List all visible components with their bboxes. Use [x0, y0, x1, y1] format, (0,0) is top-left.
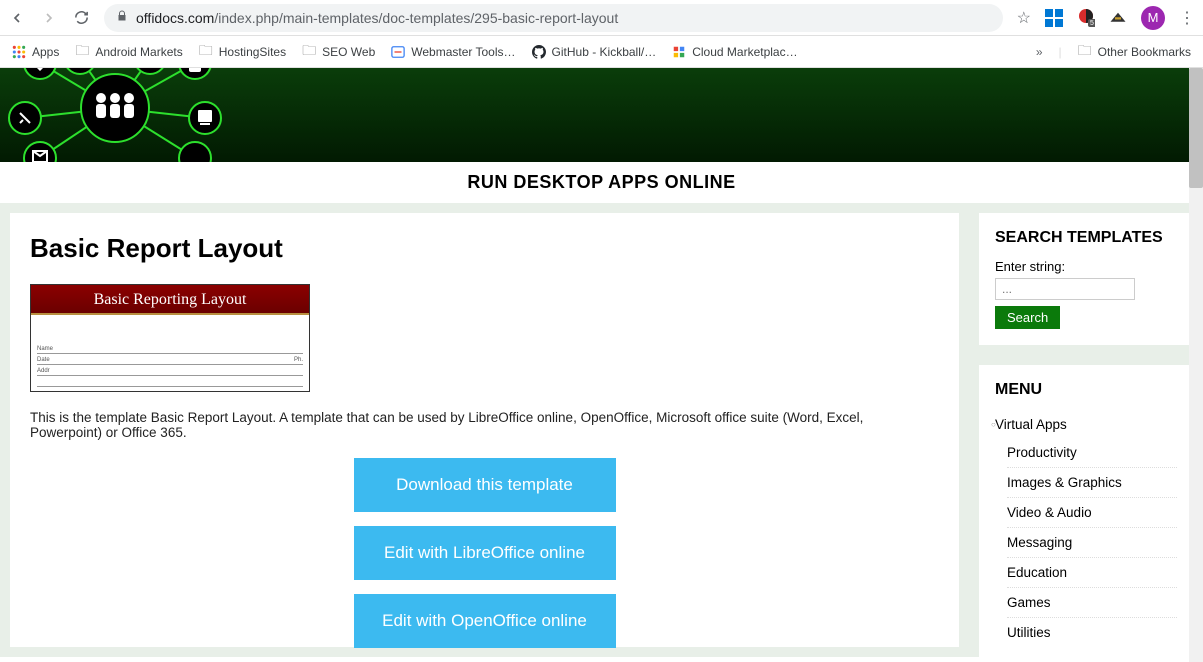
bookmark-android-markets[interactable]: 🗀 Android Markets	[75, 40, 182, 64]
back-button[interactable]	[8, 9, 26, 27]
bookmarks-overflow-icon[interactable]: »	[1036, 45, 1043, 59]
address-bar[interactable]: offidocs.com/index.php/main-templates/do…	[104, 4, 1003, 32]
webmaster-icon	[391, 45, 405, 59]
search-heading: SEARCH TEMPLATES	[995, 229, 1177, 247]
search-templates-box: SEARCH TEMPLATES Enter string: Search	[979, 213, 1193, 345]
template-thumbnail[interactable]: Basic Reporting Layout Name DatePh. Addr	[30, 284, 310, 392]
other-bookmarks[interactable]: 🗀 Other Bookmarks	[1078, 40, 1191, 64]
page-title: Basic Report Layout	[30, 233, 939, 264]
menu-heading: MENU	[995, 381, 1177, 399]
content-wrap: Basic Report Layout Basic Reporting Layo…	[0, 203, 1203, 657]
hero-graphic-icon	[0, 68, 230, 162]
bookmark-label: GitHub - Kickball/…	[552, 45, 657, 59]
tagline: RUN DESKTOP APPS ONLINE	[0, 162, 1203, 203]
page-viewport: RUN DESKTOP APPS ONLINE Basic Report Lay…	[0, 68, 1203, 662]
bookmark-hosting-sites[interactable]: 🗀 HostingSites	[199, 40, 286, 64]
menu-item-images-graphics[interactable]: Images & Graphics	[1007, 467, 1177, 497]
bookmark-label: SEO Web	[322, 45, 375, 59]
folder-icon: 🗀	[199, 40, 213, 64]
bookmark-label: HostingSites	[219, 45, 286, 59]
extension-icon-3[interactable]	[1109, 9, 1127, 27]
bookmark-label: Cloud Marketplac…	[692, 45, 797, 59]
bookmark-star-icon[interactable]: ☆	[1017, 8, 1031, 28]
menu-kebab-icon[interactable]: ⋮	[1179, 8, 1195, 28]
menu-item-education[interactable]: Education	[1007, 557, 1177, 587]
action-buttons: Download this template Edit with LibreOf…	[30, 458, 939, 648]
menu-item-games[interactable]: Games	[1007, 587, 1177, 617]
bookmark-label: Apps	[32, 45, 59, 59]
sidebar: SEARCH TEMPLATES Enter string: Search ME…	[979, 213, 1193, 647]
bookmark-label: Android Markets	[95, 45, 182, 59]
cloud-icon	[672, 45, 686, 59]
menu-item-messaging[interactable]: Messaging	[1007, 527, 1177, 557]
apps-icon	[12, 45, 26, 59]
url-text: offidocs.com/index.php/main-templates/do…	[136, 10, 618, 26]
scrollbar[interactable]	[1189, 68, 1203, 662]
template-description: This is the template Basic Report Layout…	[30, 410, 939, 440]
thumb-body: Name DatePh. Addr	[31, 315, 309, 391]
bookmarks-bar: Apps 🗀 Android Markets 🗀 HostingSites 🗀 SEO…	[0, 36, 1203, 68]
edit-libreoffice-button[interactable]: Edit with LibreOffice online	[354, 526, 616, 580]
bookmark-github[interactable]: GitHub - Kickball/…	[532, 45, 657, 59]
profile-avatar[interactable]: M	[1141, 6, 1165, 30]
search-input[interactable]	[995, 278, 1135, 300]
menu-box: MENU Virtual Apps Productivity Images & …	[979, 365, 1193, 662]
thumb-title: Basic Reporting Layout	[31, 285, 309, 315]
bookmark-cloud-marketplace[interactable]: Cloud Marketplac…	[672, 45, 797, 59]
extension-icon-1[interactable]	[1045, 9, 1063, 27]
scrollbar-thumb[interactable]	[1189, 68, 1203, 188]
download-template-button[interactable]: Download this template	[354, 458, 616, 512]
search-button[interactable]: Search	[995, 306, 1060, 329]
lock-icon	[116, 10, 128, 25]
reload-button[interactable]	[72, 9, 90, 27]
toolbar-right: ☆ 5 M ⋮	[1017, 6, 1195, 30]
extension-icon-2[interactable]: 5	[1077, 9, 1095, 27]
menu-item-video-audio[interactable]: Video & Audio	[1007, 497, 1177, 527]
bookmark-label: Other Bookmarks	[1098, 45, 1191, 59]
bookmark-label: Webmaster Tools…	[411, 45, 515, 59]
main-column: Basic Report Layout Basic Reporting Layo…	[10, 213, 959, 647]
edit-openoffice-button[interactable]: Edit with OpenOffice online	[354, 594, 616, 648]
svg-text:5: 5	[1090, 20, 1094, 27]
bookmark-apps[interactable]: Apps	[12, 45, 59, 59]
folder-icon: 🗀	[1078, 40, 1092, 64]
bookmark-webmaster-tools[interactable]: Webmaster Tools…	[391, 45, 515, 59]
hero-banner	[0, 68, 1203, 162]
github-icon	[532, 45, 546, 59]
search-label: Enter string:	[995, 259, 1177, 274]
forward-button[interactable]	[40, 9, 58, 27]
menu-item-productivity[interactable]: Productivity	[1007, 438, 1177, 467]
menu-item-utilities[interactable]: Utilities	[1007, 617, 1177, 647]
browser-toolbar: offidocs.com/index.php/main-templates/do…	[0, 0, 1203, 36]
folder-icon: 🗀	[75, 40, 89, 64]
menu-item-virtual-apps[interactable]: Virtual Apps	[995, 411, 1177, 438]
bookmark-seo-web[interactable]: 🗀 SEO Web	[302, 40, 375, 64]
folder-icon: 🗀	[302, 40, 316, 64]
